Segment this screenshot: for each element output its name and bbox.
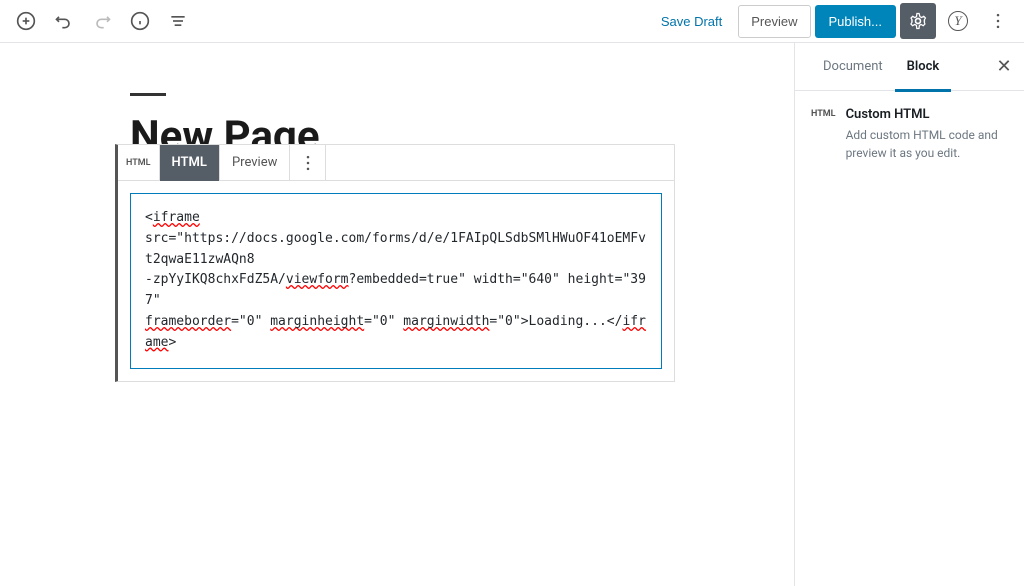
redo-button[interactable] <box>84 3 120 39</box>
sidebar-tabs: Document Block ✕ <box>795 43 1024 91</box>
editor-area: New Page HTML HTML Preview <iframe src="… <box>0 43 794 586</box>
block-info-text: Custom HTML Add custom HTML code and pre… <box>846 107 1008 162</box>
block-type-indicator[interactable]: HTML <box>118 145 160 181</box>
outline-button[interactable] <box>160 3 196 39</box>
block-more-button[interactable] <box>290 145 326 181</box>
top-toolbar: Save Draft Preview Publish... Y <box>0 0 1024 43</box>
add-block-button[interactable] <box>8 3 44 39</box>
block-info-title: Custom HTML <box>846 107 1008 122</box>
info-icon <box>130 11 150 31</box>
list-icon <box>168 11 188 31</box>
undo-icon <box>54 11 74 31</box>
more-options-button[interactable] <box>980 3 1016 39</box>
toolbar-left <box>8 3 196 39</box>
yoast-button[interactable]: Y <box>940 3 976 39</box>
block-info-description: Add custom HTML code and preview it as y… <box>846 126 1008 162</box>
save-draft-button[interactable]: Save Draft <box>649 6 734 37</box>
redo-icon <box>92 11 112 31</box>
code-area-wrapper: <iframe src="https://docs.google.com/for… <box>118 181 674 381</box>
info-button[interactable] <box>122 3 158 39</box>
preview-button[interactable]: Preview <box>738 5 810 38</box>
sidebar: Document Block ✕ HTML Custom HTML Add cu… <box>794 43 1024 586</box>
document-tab[interactable]: Document <box>811 43 895 91</box>
code-textarea[interactable]: <iframe src="https://docs.google.com/for… <box>130 193 662 369</box>
settings-button[interactable] <box>900 3 936 39</box>
preview-tab[interactable]: Preview <box>220 145 290 181</box>
plus-circle-icon <box>16 11 36 31</box>
dots-vertical-icon <box>988 11 1008 31</box>
toolbar-right: Save Draft Preview Publish... Y <box>649 3 1016 39</box>
main-area: New Page HTML HTML Preview <iframe src="… <box>0 43 1024 586</box>
undo-button[interactable] <box>46 3 82 39</box>
html-tab[interactable]: HTML <box>160 145 220 181</box>
title-separator <box>130 93 166 96</box>
sidebar-close-button[interactable]: ✕ <box>992 55 1016 79</box>
block-tab[interactable]: Block <box>895 43 952 91</box>
publish-button[interactable]: Publish... <box>815 5 896 38</box>
block-info-panel: HTML Custom HTML Add custom HTML code an… <box>795 91 1024 178</box>
yoast-icon: Y <box>948 11 968 31</box>
block-info-icon: HTML <box>811 107 836 162</box>
dots-vertical-icon <box>298 153 318 173</box>
gear-icon <box>908 11 928 31</box>
html-block: HTML HTML Preview <iframe src="https://d… <box>115 144 675 382</box>
editor-content: New Page HTML HTML Preview <iframe src="… <box>115 93 675 382</box>
block-toolbar: HTML HTML Preview <box>118 145 674 181</box>
close-icon: ✕ <box>996 56 1011 77</box>
